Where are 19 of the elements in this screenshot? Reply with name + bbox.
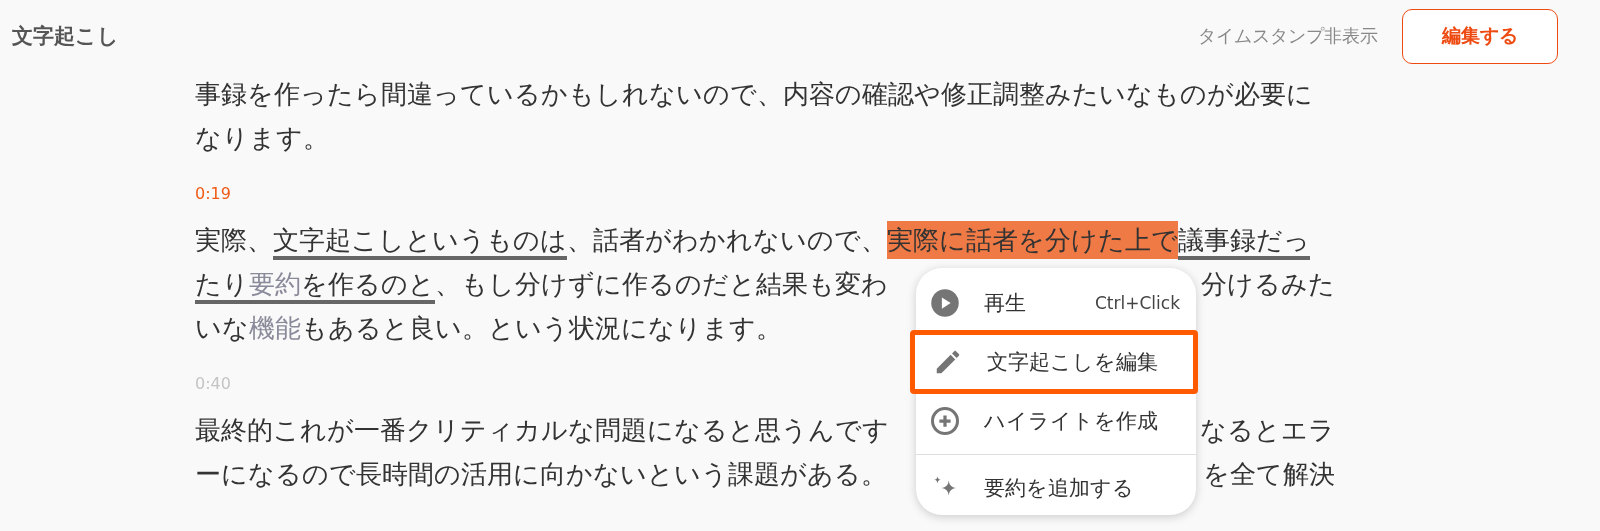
menu-item[interactable]: 文字起こしを編集 — [910, 330, 1198, 394]
transcript-text: 分けるみた — [1201, 267, 1335, 301]
transcript-text: なります。 — [195, 121, 329, 155]
transcript-text: ーになるので長時間の活用に向かないという課題がある。 — [195, 457, 887, 491]
page-title: 文字起こし — [12, 23, 120, 50]
menu-item[interactable]: 再生 Ctrl+Click — [916, 276, 1196, 330]
add-circle-icon — [930, 406, 960, 436]
transcript-text: なるとエラ — [1200, 413, 1335, 447]
play-icon — [930, 288, 960, 318]
transcript-text: 事録を作ったら間違っているかもしれないので、内容の確認や修正調整みたいなものが必要に — [195, 77, 1313, 111]
transcript-text: たり 要約を作るのと、もし分けずに作るのだと結果も変わ — [195, 266, 888, 302]
transcript-text: いな機能もあると良い。という状況になります。 — [195, 311, 782, 345]
edit-button[interactable]: 編集する — [1402, 8, 1558, 64]
menu-item[interactable]: ハイライトを作成 — [916, 394, 1196, 448]
transcript-text: を全て解決 — [1203, 457, 1335, 491]
transcript-text: 実際、文字起こしというものは、話者がわかれないので、実際に話者を分けた上で議事録だっ — [195, 222, 1310, 258]
shortcut-hint: Ctrl+Click — [1095, 293, 1180, 313]
menu-item[interactable]: 要約を追加する — [916, 461, 1196, 515]
transcript-text: 最終的これが一番クリティカルな問題になると思うんです — [195, 413, 889, 447]
